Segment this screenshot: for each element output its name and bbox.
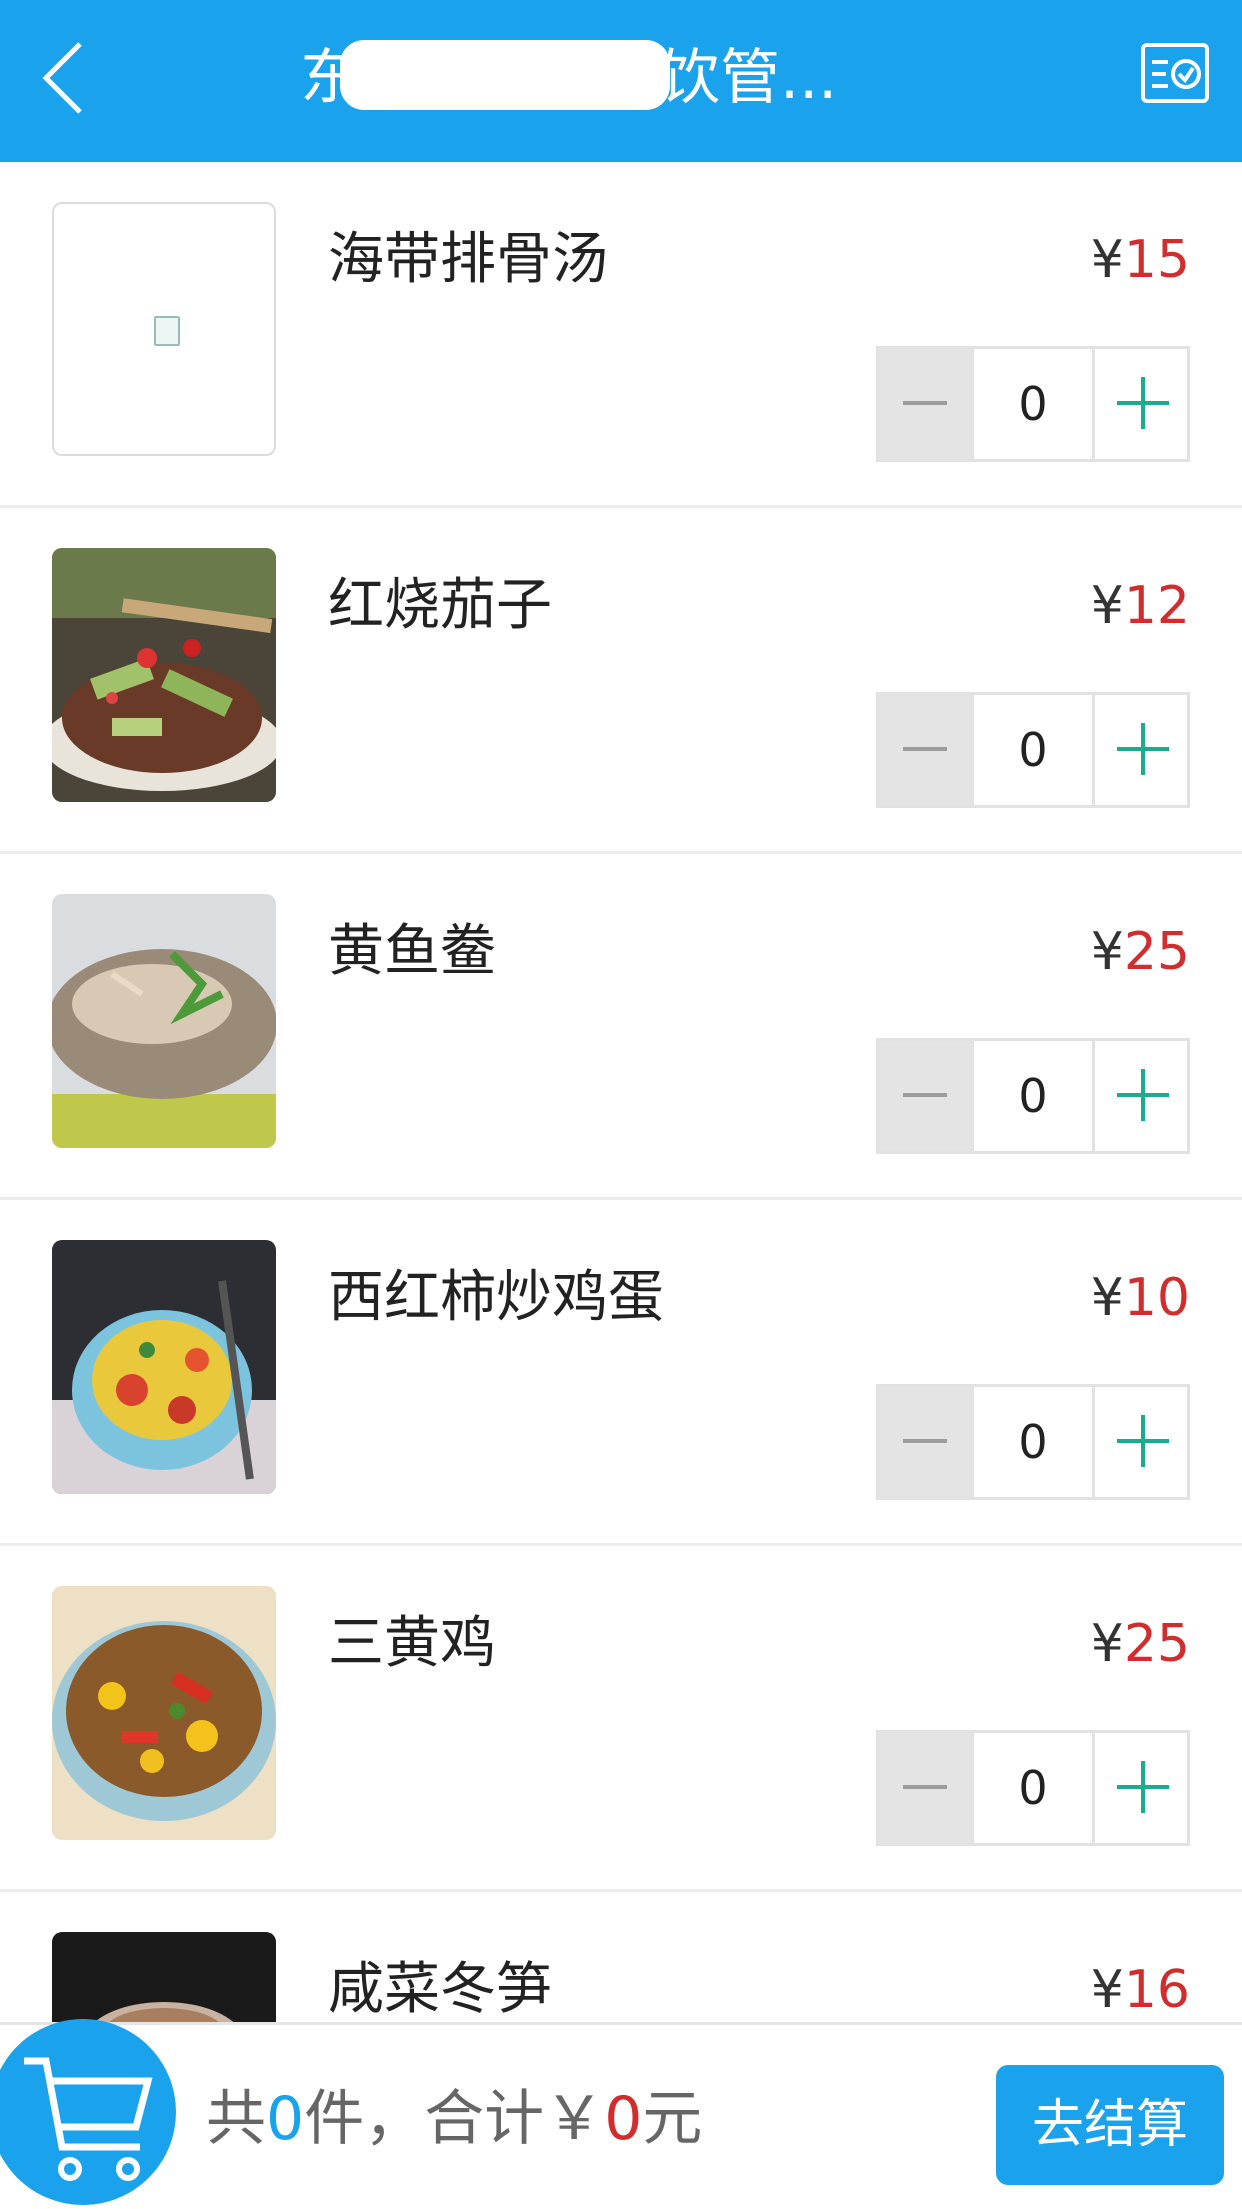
dish-item: 海带排骨汤 ¥15 0 xyxy=(0,162,1242,508)
dish-name: 三黄鸡 xyxy=(328,1611,496,1676)
dish-name: 黄鱼鲞 xyxy=(328,919,496,984)
dish-list[interactable]: 海带排骨汤 ¥15 0 红烧茄子 ¥12 0 黄鱼鲞 ¥25 0 西红柿炒鸡蛋 … xyxy=(0,162,1242,2022)
dish-price: ¥12 xyxy=(1090,576,1190,636)
quantity-value[interactable]: 0 xyxy=(971,695,1095,805)
dish-name: 红烧茄子 xyxy=(328,573,552,638)
checkout-button[interactable]: 去结算 xyxy=(996,2065,1224,2185)
dish-price: ¥25 xyxy=(1090,1614,1190,1674)
cart-count: 0 xyxy=(266,2084,305,2154)
dish-image xyxy=(52,548,276,802)
quantity-stepper: 0 xyxy=(876,1730,1190,1846)
quantity-stepper: 0 xyxy=(876,692,1190,808)
cart-summary-bar: 共0件，合计￥0元 去结算 xyxy=(0,2019,1242,2208)
cart-summary-text: 共0件，合计￥0元 xyxy=(206,2084,703,2154)
quantity-value[interactable]: 0 xyxy=(971,1733,1095,1843)
dish-item: 黄鱼鲞 ¥25 0 xyxy=(0,854,1242,1200)
chevron-left-icon[interactable] xyxy=(36,38,96,118)
top-nav-bar: 东门…芸香餐饮管... xyxy=(0,0,1242,162)
dish-image xyxy=(52,894,276,1148)
decrease-button[interactable] xyxy=(879,1387,971,1497)
quantity-stepper: 0 xyxy=(876,1038,1190,1154)
quantity-value[interactable]: 0 xyxy=(971,1387,1095,1497)
dish-item: 咸菜冬笋 ¥16 xyxy=(0,1892,1242,2022)
dish-price: ¥15 xyxy=(1090,230,1190,290)
quantity-stepper: 0 xyxy=(876,346,1190,462)
dish-item: 西红柿炒鸡蛋 ¥10 0 xyxy=(0,1200,1242,1546)
decrease-button[interactable] xyxy=(879,695,971,805)
dish-image xyxy=(52,1586,276,1840)
dish-price: ¥25 xyxy=(1090,922,1190,982)
increase-button[interactable] xyxy=(1095,1387,1187,1497)
increase-button[interactable] xyxy=(1095,1041,1187,1151)
dish-price: ¥16 xyxy=(1090,1960,1190,2020)
dish-item: 红烧茄子 ¥12 0 xyxy=(0,508,1242,854)
shopping-cart-icon xyxy=(24,2057,153,2181)
dish-image xyxy=(52,1932,276,2022)
dish-name: 海带排骨汤 xyxy=(328,227,608,292)
dish-price: ¥10 xyxy=(1090,1268,1190,1328)
redaction-mask xyxy=(340,40,670,110)
quantity-value[interactable]: 0 xyxy=(971,349,1095,459)
increase-button[interactable] xyxy=(1095,349,1187,459)
dish-image xyxy=(52,1240,276,1494)
broken-image-icon xyxy=(154,316,180,346)
decrease-button[interactable] xyxy=(879,1733,971,1843)
dish-name: 咸菜冬笋 xyxy=(328,1957,552,2022)
decrease-button[interactable] xyxy=(879,349,971,459)
decrease-button[interactable] xyxy=(879,1041,971,1151)
increase-button[interactable] xyxy=(1095,1733,1187,1843)
dish-name: 西红柿炒鸡蛋 xyxy=(328,1265,664,1330)
increase-button[interactable] xyxy=(1095,695,1187,805)
quantity-stepper: 0 xyxy=(876,1384,1190,1500)
cart-total: 0 xyxy=(604,2084,643,2154)
dish-image-placeholder xyxy=(52,202,276,456)
receipt-check-icon[interactable] xyxy=(1140,42,1210,104)
dish-item: 三黄鸡 ¥25 0 xyxy=(0,1546,1242,1892)
cart-button[interactable] xyxy=(0,2019,176,2205)
quantity-value[interactable]: 0 xyxy=(971,1041,1095,1151)
